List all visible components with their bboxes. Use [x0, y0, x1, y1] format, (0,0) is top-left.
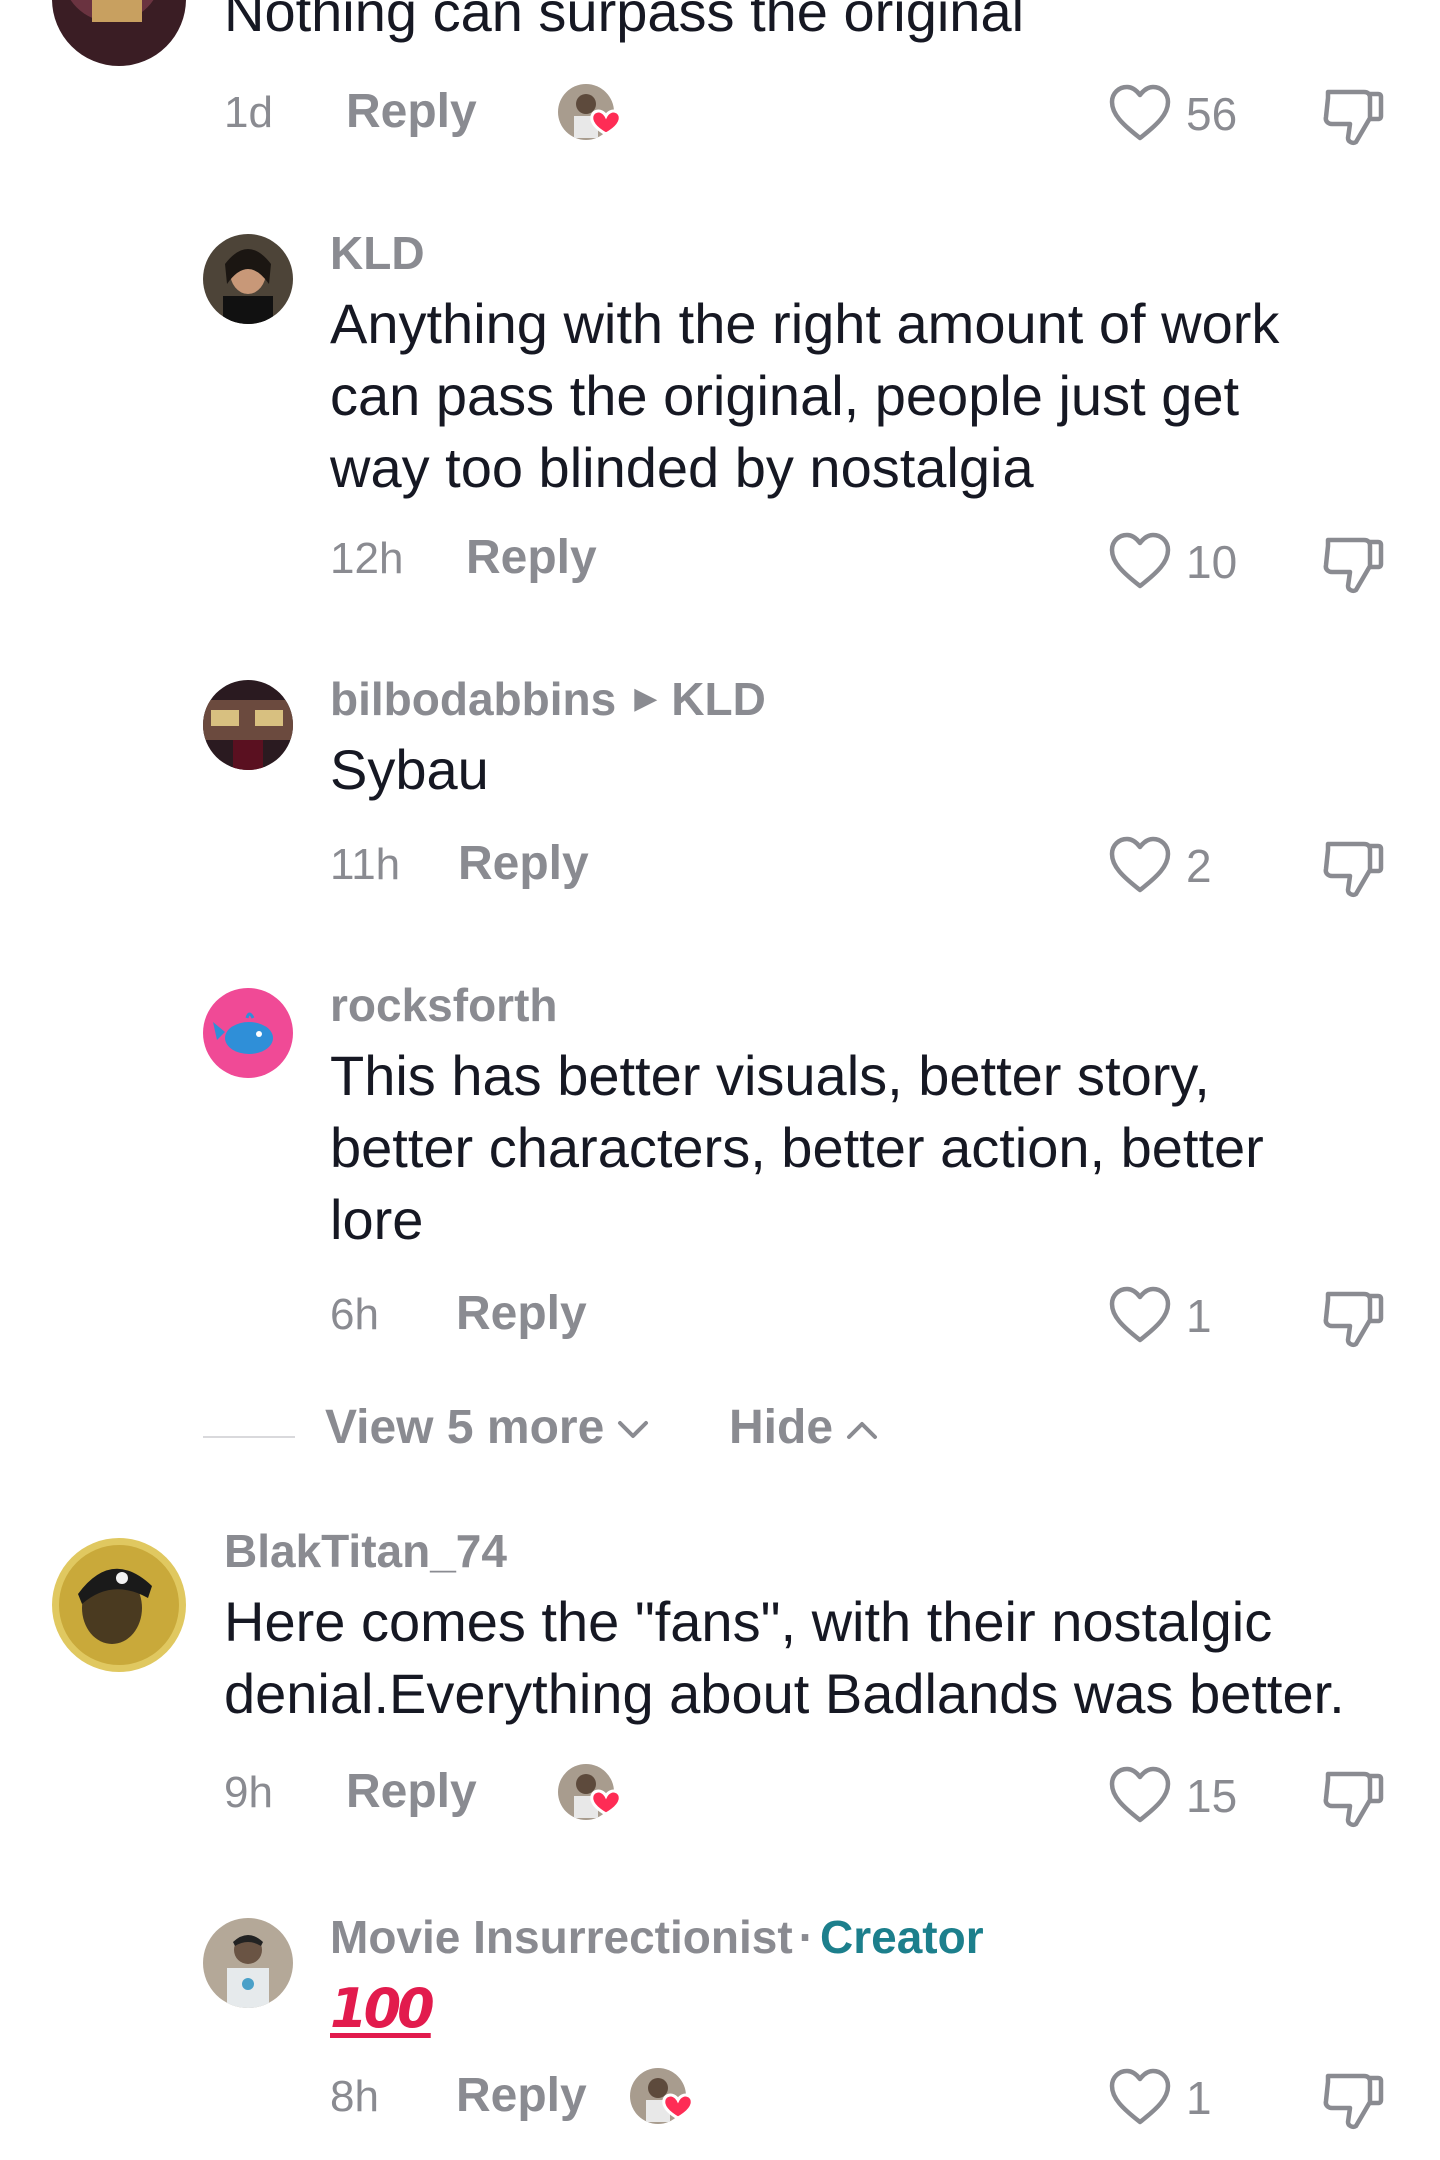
commenter-avatar[interactable]: [203, 234, 293, 324]
heart-outline-icon: [1109, 2068, 1171, 2125]
commenter-avatar[interactable]: [52, 1538, 186, 1672]
creator-liked-icon: [630, 2068, 694, 2124]
like-button[interactable]: 15: [1108, 1766, 1237, 1826]
heart-outline-icon: [1109, 1766, 1171, 1823]
commenter-avatar[interactable]: [203, 680, 293, 770]
comment-username[interactable]: bilbodabbins ▶ KLD: [330, 672, 766, 726]
comment-time: 6h: [330, 1290, 379, 1339]
like-button[interactable]: 56: [1108, 84, 1237, 144]
like-count: 10: [1186, 536, 1238, 588]
like-button[interactable]: 2: [1108, 836, 1212, 896]
comment-username[interactable]: BlakTitan_74: [224, 1524, 507, 1578]
like-count: 56: [1186, 88, 1238, 140]
reply-button[interactable]: Reply: [466, 530, 597, 585]
commenter-avatar[interactable]: [203, 1918, 293, 2008]
heart-outline-icon: [1109, 532, 1171, 589]
commenter-avatar[interactable]: [52, 0, 186, 66]
thumbs-down-icon[interactable]: [1320, 1286, 1386, 1350]
like-count: 1: [1186, 2072, 1212, 2124]
creator-liked-icon: [558, 84, 622, 140]
heart-outline-icon: [1109, 836, 1171, 893]
like-button[interactable]: 10: [1108, 532, 1237, 592]
thumbs-down-icon[interactable]: [1320, 2068, 1386, 2132]
reply-button[interactable]: Reply: [346, 84, 477, 139]
divider: [203, 1436, 295, 1438]
view-more-replies-button[interactable]: View 5 more: [325, 1400, 650, 1455]
thumbs-down-icon[interactable]: [1320, 84, 1386, 148]
comment-username[interactable]: KLD: [330, 226, 425, 280]
thumbs-down-icon[interactable]: [1320, 1766, 1386, 1830]
heart-outline-icon: [1109, 1286, 1171, 1343]
comment-time: 8h: [330, 2072, 379, 2121]
hundred-points-icon: 100: [330, 1977, 435, 2040]
comment-text: 100: [330, 1972, 435, 2045]
replies-control: View 5 more Hide: [203, 1400, 1303, 1470]
chevron-up-icon: [847, 1422, 878, 1440]
creator-liked-icon: [558, 1764, 622, 1820]
comment-time: 11h: [330, 840, 401, 889]
like-count: 2: [1186, 840, 1212, 892]
thumbs-down-icon[interactable]: [1320, 836, 1386, 900]
reply-to-username[interactable]: KLD: [671, 673, 766, 725]
reply-button[interactable]: Reply: [456, 1286, 587, 1341]
like-button[interactable]: 1: [1108, 2068, 1212, 2128]
creator-badge: Creator: [819, 1911, 984, 1963]
separator: ·: [798, 1911, 814, 1963]
like-button[interactable]: 1: [1108, 1286, 1212, 1346]
reply-button[interactable]: Reply: [346, 1764, 477, 1819]
comment-text: Anything with the right amount of work c…: [330, 292, 1280, 499]
like-count: 1: [1186, 1290, 1212, 1342]
reply-button[interactable]: Reply: [456, 2068, 587, 2123]
commenter-avatar[interactable]: [203, 988, 293, 1078]
comment-time: 1d: [224, 88, 273, 137]
hide-replies-button[interactable]: Hide: [729, 1400, 879, 1455]
comment-time: 12h: [330, 534, 404, 583]
comment-username[interactable]: rocksforth: [330, 978, 557, 1032]
comment-time: 9h: [224, 1768, 273, 1817]
comment-text: Nothing can surpass the original: [224, 0, 1025, 43]
comment-text: Sybau: [330, 738, 489, 801]
comment-text: Here comes the "fans", with their nostal…: [224, 1590, 1345, 1725]
reply-button[interactable]: Reply: [458, 836, 589, 891]
comment-text: This has better visuals, better story, b…: [330, 1044, 1264, 1251]
like-count: 15: [1186, 1770, 1238, 1822]
heart-outline-icon: [1109, 84, 1171, 141]
thumbs-down-icon[interactable]: [1320, 532, 1386, 596]
reply-arrow-icon: ▶: [634, 682, 658, 716]
comment-username[interactable]: Movie Insurrectionist · Creator: [330, 1910, 984, 1964]
chevron-down-icon: [618, 1421, 649, 1439]
